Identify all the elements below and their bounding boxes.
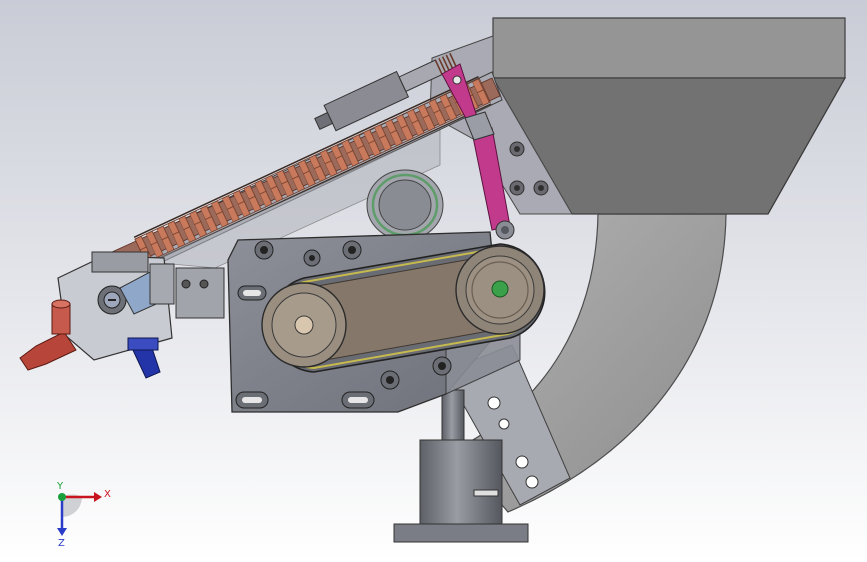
- y-axis-label: Y: [56, 481, 64, 492]
- z-axis-label: Z: [58, 538, 65, 549]
- driven-pulley[interactable]: [261, 282, 347, 368]
- bushing-ring[interactable]: [366, 169, 444, 241]
- cad-viewport[interactable]: X Y Z: [0, 0, 867, 562]
- blue-knob[interactable]: [127, 337, 161, 379]
- x-axis-label: X: [104, 489, 111, 500]
- coordinate-triad: X Y Z: [56, 481, 111, 549]
- y-axis-dot: [58, 493, 66, 501]
- drive-pulley[interactable]: [455, 245, 545, 335]
- assembly-model[interactable]: X Y Z: [0, 0, 867, 562]
